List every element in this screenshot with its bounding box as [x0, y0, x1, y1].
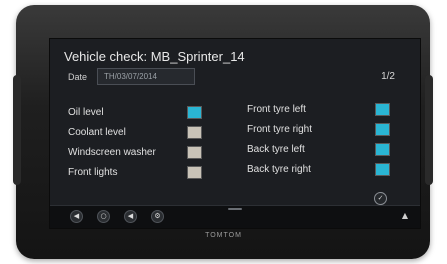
check-box[interactable]	[375, 103, 390, 116]
check-row-front-tyre-left[interactable]: Front tyre left	[247, 103, 397, 119]
check-row-windscreen-washer[interactable]: Windscreen washer	[68, 146, 208, 162]
check-label: Windscreen washer	[68, 147, 156, 158]
check-box[interactable]	[375, 143, 390, 156]
device-screen: Vehicle check: MB_Sprinter_14 1/2 Date T…	[49, 38, 421, 229]
check-row-back-tyre-right[interactable]: Back tyre right	[247, 163, 397, 179]
home-icon[interactable]: ○	[97, 210, 110, 223]
check-label: Coolant level	[68, 127, 126, 138]
chevron-up-icon[interactable]: ▲	[402, 211, 408, 220]
check-label: Oil level	[68, 107, 104, 118]
volume-icon[interactable]: ◀	[124, 210, 137, 223]
device-bumper-right	[425, 75, 433, 185]
check-row-oil-level[interactable]: Oil level	[68, 106, 208, 122]
check-row-coolant-level[interactable]: Coolant level	[68, 126, 208, 142]
check-label: Front lights	[68, 167, 118, 178]
check-row-back-tyre-left[interactable]: Back tyre left	[247, 143, 397, 159]
check-box[interactable]	[187, 166, 202, 179]
settings-icon[interactable]: ⚙	[151, 210, 164, 223]
check-box[interactable]	[375, 163, 390, 176]
checkmark-icon[interactable]: ✓	[374, 192, 387, 205]
device-bumper-left	[13, 75, 21, 185]
check-box[interactable]	[187, 126, 202, 139]
check-box[interactable]	[187, 146, 202, 159]
nav-drag-handle[interactable]	[228, 208, 242, 210]
device-brand-logo: TOMTOM	[205, 232, 242, 239]
check-label: Front tyre right	[247, 124, 313, 135]
back-icon[interactable]: ◀	[70, 210, 83, 223]
check-row-front-tyre-right[interactable]: Front tyre right	[247, 123, 397, 139]
date-label: Date	[68, 72, 88, 82]
date-field[interactable]: TH/03/07/2014	[97, 68, 195, 85]
check-box[interactable]	[187, 106, 202, 119]
check-box[interactable]	[375, 123, 390, 136]
page-title: Vehicle check: MB_Sprinter_14	[64, 49, 245, 64]
device-frame: Vehicle check: MB_Sprinter_14 1/2 Date T…	[13, 5, 433, 259]
check-row-front-lights[interactable]: Front lights	[68, 166, 208, 182]
page-indicator: 1/2	[381, 71, 395, 82]
check-label: Front tyre left	[247, 104, 306, 115]
check-label: Back tyre right	[247, 164, 311, 175]
bottom-nav-bar: ◀ ○ ◀ ⚙ ▲	[50, 205, 420, 228]
check-label: Back tyre left	[247, 144, 305, 155]
